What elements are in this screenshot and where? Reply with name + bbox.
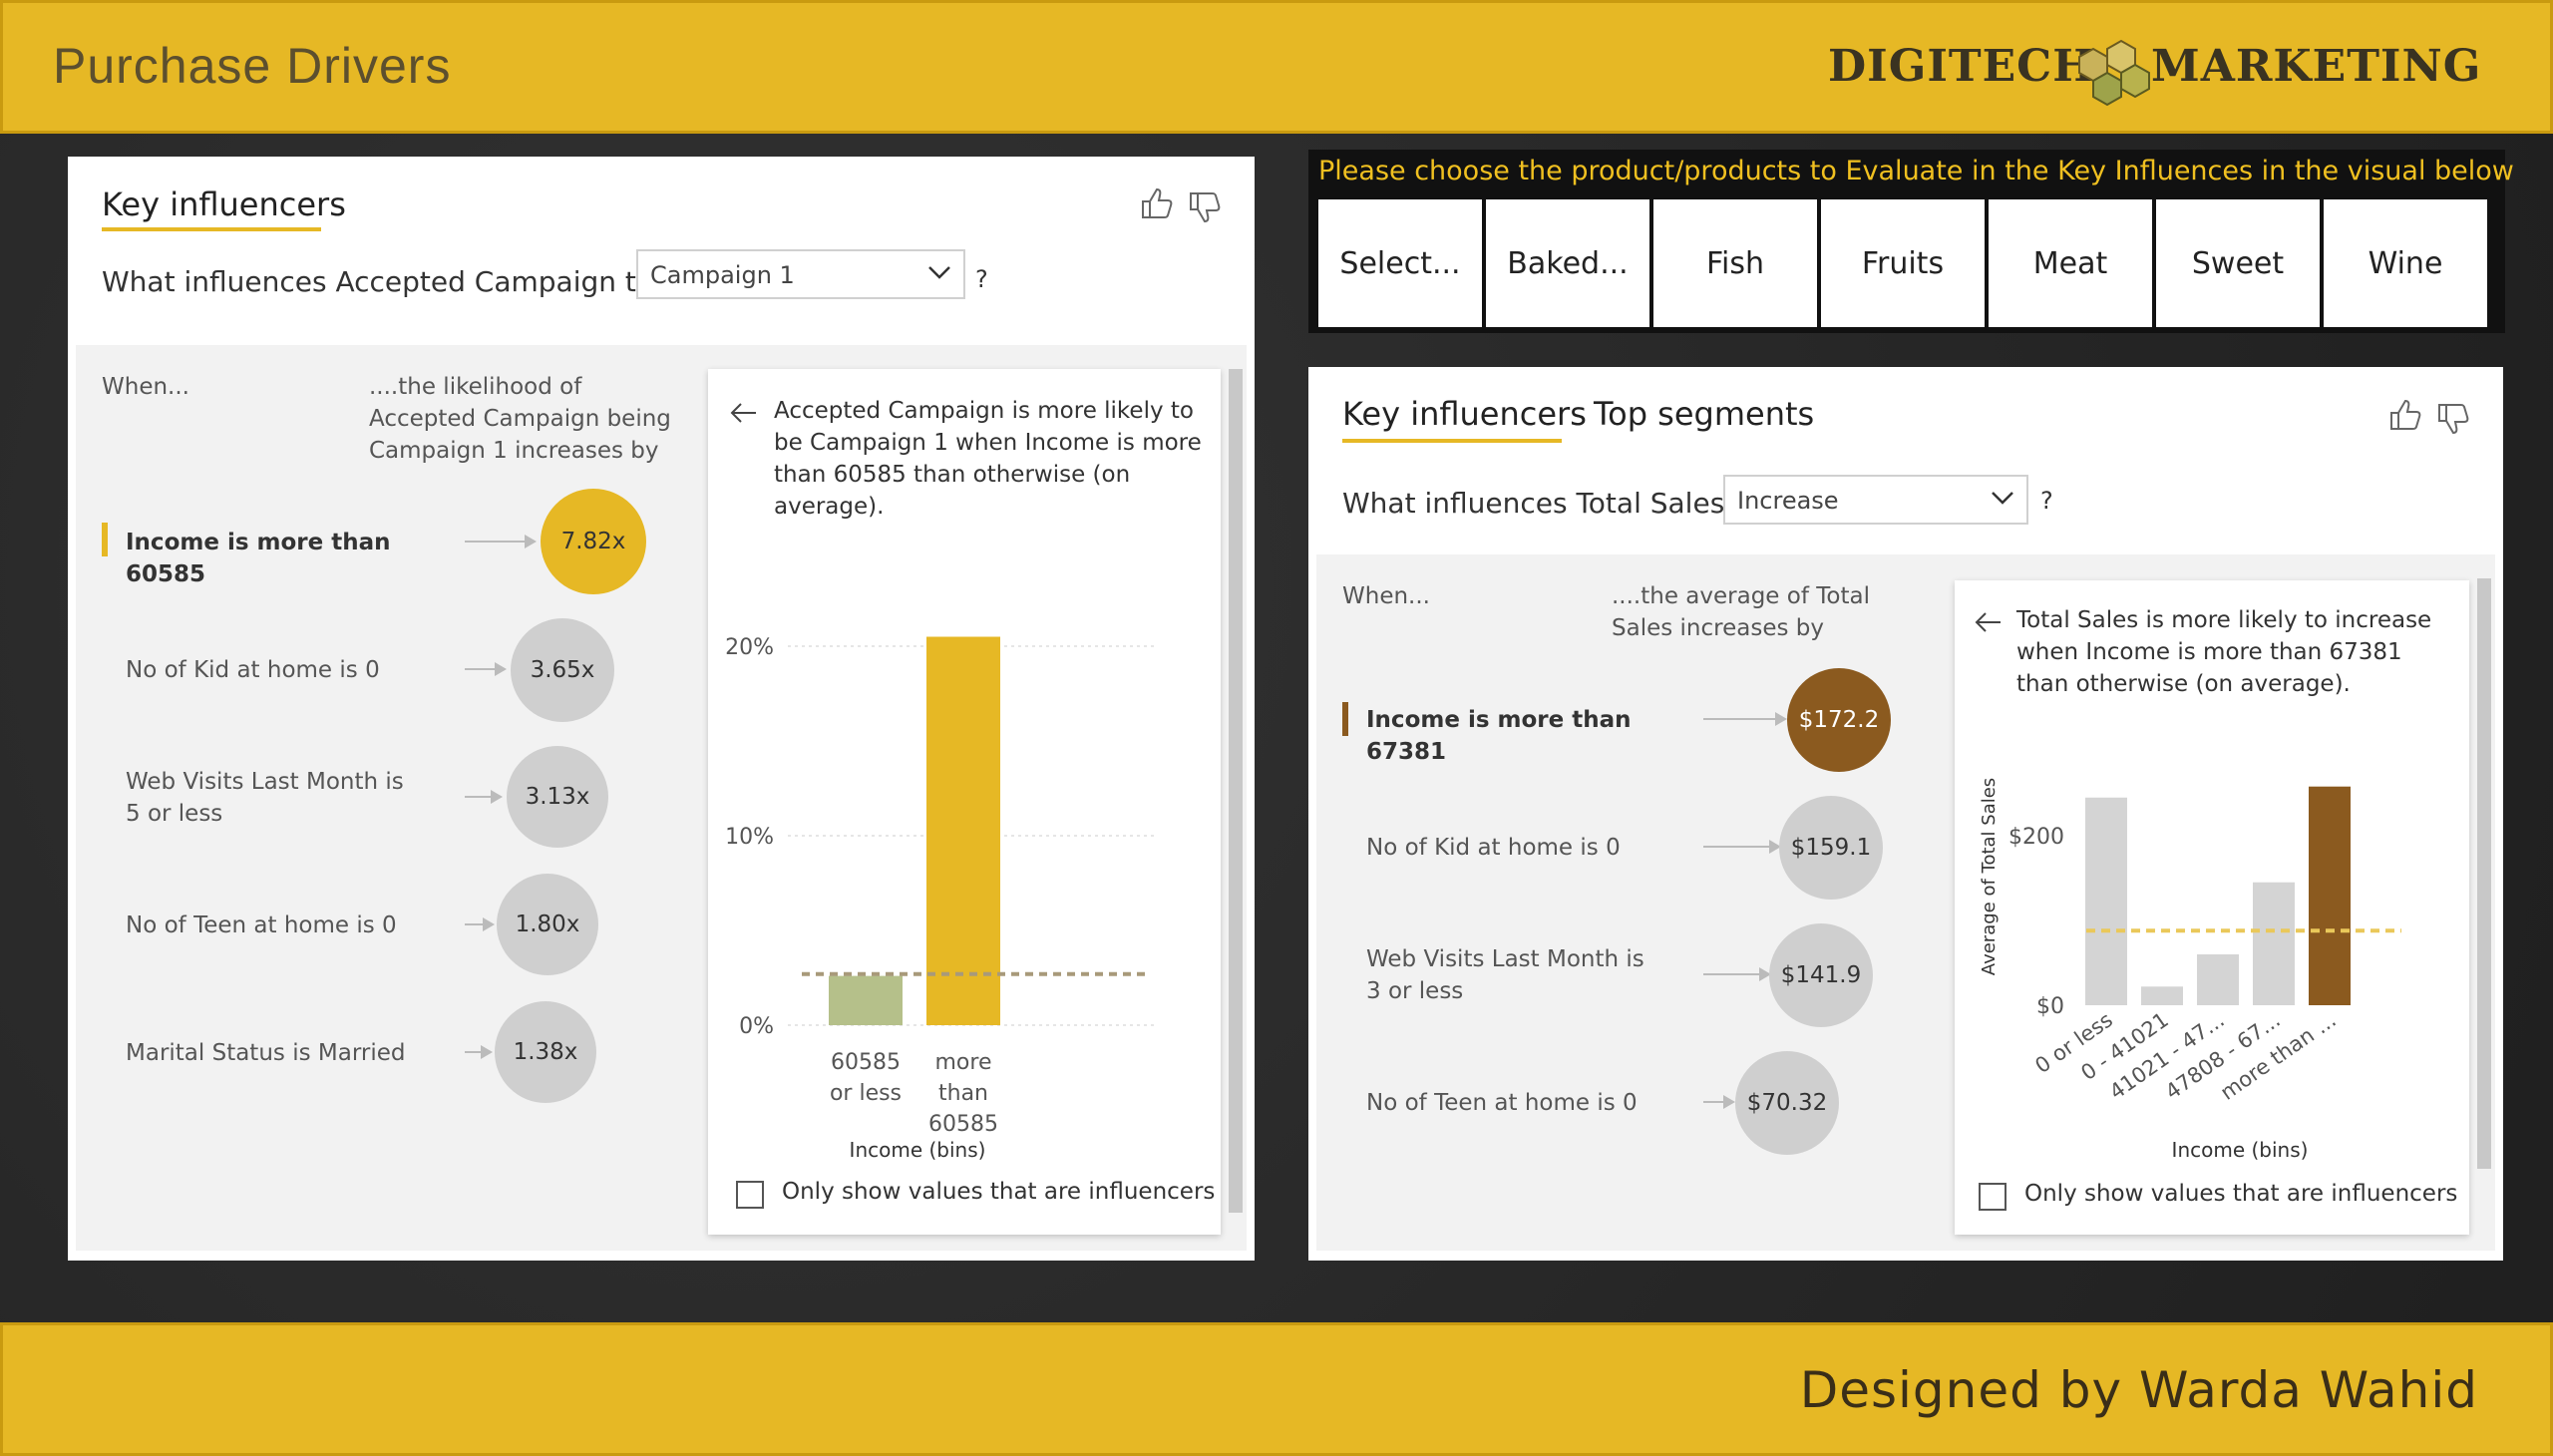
tab-key-influencers-left[interactable]: Key influencers — [102, 185, 346, 223]
back-arrow-icon[interactable] — [1975, 610, 2003, 634]
bar-2 — [926, 636, 1000, 1025]
x-tick-label: more than 60585 — [928, 1050, 998, 1137]
left-likelihood-header: ....the likelihood of Accepted Campaign … — [369, 374, 671, 464]
right-income-bar-chart: Average of Total Sales$0$2000 or less0 -… — [1979, 778, 2401, 1162]
left-question-label: What influences Accepted Campaign to be — [102, 265, 697, 298]
left-checkbox-label: Only show values that are influencers — [782, 1179, 1216, 1205]
brand-logo: DIGITECH MARKETING — [1828, 27, 2480, 117]
back-arrow-icon[interactable] — [730, 401, 758, 425]
right-average-header: ....the average of Total Sales increases… — [1612, 583, 1870, 641]
left-influencer-1-bubble[interactable]: 7.82x — [541, 489, 646, 594]
x-tick-label: 60585 or less — [830, 1050, 902, 1106]
slicer-item-wine[interactable]: Wine — [2324, 199, 2487, 327]
arrow-icon — [465, 1045, 493, 1059]
slicer-item-sweet[interactable]: Sweet — [2156, 199, 2320, 327]
right-question-mark: ? — [2040, 487, 2053, 515]
x-axis-label: Income (bins) — [2172, 1138, 2309, 1162]
tab-underline — [1342, 439, 1562, 443]
arrow-icon — [1703, 712, 1787, 726]
left-influencer-4-bubble[interactable]: 1.80x — [497, 874, 598, 975]
bar-1 — [2085, 797, 2127, 1005]
total-sales-dropdown-value: Increase — [1737, 487, 1839, 515]
chevron-down-icon — [928, 266, 950, 279]
left-influencer-4-label[interactable]: No of Teen at home is 0 — [126, 910, 425, 941]
bar-5 — [2309, 786, 2351, 1005]
tab-key-influencers-right[interactable]: Key influencers — [1342, 395, 1587, 433]
left-influencer-5-bubble[interactable]: 1.38x — [495, 1001, 596, 1103]
brand-left-text: DIGITECH — [1828, 41, 2095, 92]
y-tick-label: 20% — [725, 635, 774, 660]
arrow-icon — [465, 662, 507, 676]
right-influencer-4-bubble[interactable]: $70.32 — [1735, 1051, 1839, 1155]
right-influencer-3-label[interactable]: Web Visits Last Month is 3 or less — [1366, 943, 1665, 1007]
right-scrollbar[interactable] — [2477, 578, 2491, 1169]
left-influencer-3-label[interactable]: Web Visits Last Month is 5 or less — [126, 766, 425, 830]
slicer-item-meat[interactable]: Meat — [1989, 199, 2152, 327]
header-band: Purchase Drivers DIGITECH MARKETING — [0, 0, 2553, 134]
left-influencer-2-bubble[interactable]: 3.65x — [511, 618, 614, 722]
y-tick-label: 0% — [739, 1014, 774, 1039]
arrow-icon — [1703, 840, 1781, 854]
left-detail-text: Accepted Campaign is more likely to be C… — [774, 398, 1202, 520]
bar-3 — [2197, 954, 2239, 1005]
arrow-icon — [465, 535, 537, 548]
right-question-label: What influences Total Sales to — [1342, 487, 1762, 520]
right-detail-text: Total Sales is more likely to increase w… — [2016, 607, 2432, 697]
total-sales-dropdown[interactable]: Increase — [1723, 475, 2028, 525]
selected-indicator — [1342, 702, 1348, 736]
footer-band: Designed by Warda Wahid — [0, 1322, 2553, 1456]
thumbs-up-icon[interactable] — [1137, 183, 1177, 223]
left-influencer-1-label[interactable]: Income is more than 60585 — [126, 527, 425, 590]
right-when-header: When... — [1342, 583, 1430, 609]
campaign-dropdown[interactable]: Campaign 1 — [636, 249, 965, 299]
bar-2 — [2141, 986, 2183, 1005]
left-influencer-3-bubble[interactable]: 3.13x — [507, 746, 608, 848]
left-influencers-only-checkbox[interactable] — [736, 1181, 764, 1209]
right-influencer-1-bubble[interactable]: $172.2 — [1787, 668, 1891, 772]
right-influencer-2-label[interactable]: No of Kid at home is 0 — [1366, 832, 1665, 864]
left-question-mark: ? — [975, 265, 988, 293]
thumbs-down-icon[interactable] — [2433, 399, 2473, 439]
slicer-title: Please choose the product/products to Ev… — [1318, 156, 2514, 186]
left-scrollbar[interactable] — [1229, 369, 1243, 1213]
designer-credit: Designed by Warda Wahid — [1799, 1361, 2478, 1419]
left-influencer-2-label[interactable]: No of Kid at home is 0 — [126, 654, 425, 686]
chevron-down-icon — [1992, 492, 2013, 505]
arrow-icon — [1703, 1095, 1735, 1109]
tab-underline — [102, 227, 321, 231]
right-influencers-only-checkbox[interactable] — [1979, 1183, 2006, 1211]
tab-top-segments[interactable]: Top segments — [1594, 395, 1814, 433]
selected-indicator — [102, 523, 108, 556]
slicer-item-fruits[interactable]: Fruits — [1821, 199, 1985, 327]
y-tick-label: $200 — [2008, 825, 2064, 850]
thumbs-down-icon[interactable] — [1185, 187, 1225, 227]
y-tick-label: $0 — [2036, 994, 2064, 1019]
slicer-item-fish[interactable]: Fish — [1653, 199, 1817, 327]
right-checkbox-label: Only show values that are influencers — [2024, 1181, 2458, 1207]
arrow-icon — [1703, 967, 1771, 981]
arrow-icon — [465, 917, 495, 931]
page-title: Purchase Drivers — [53, 38, 452, 94]
x-axis-label: Income (bins) — [850, 1138, 986, 1162]
right-influencer-4-label[interactable]: No of Teen at home is 0 — [1366, 1087, 1665, 1119]
left-influencer-5-label[interactable]: Marital Status is Married — [126, 1037, 425, 1069]
arrow-icon — [465, 790, 503, 804]
campaign-dropdown-value: Campaign 1 — [650, 261, 795, 289]
y-axis-label: Average of Total Sales — [1979, 778, 2000, 975]
right-influencer-2-bubble[interactable]: $159.1 — [1779, 796, 1883, 900]
slicer-item-select[interactable]: Select... — [1318, 199, 1482, 327]
thumbs-up-icon[interactable] — [2385, 395, 2425, 435]
left-income-bar-chart: 0% 10% 20% 60585 or less more than 60585Income … — [725, 635, 1157, 1162]
slicer-item-baked[interactable]: Baked... — [1486, 199, 1649, 327]
left-when-header: When... — [102, 374, 189, 400]
right-influencer-1-label[interactable]: Income is more than 67381 — [1366, 704, 1665, 768]
bar-4 — [2253, 882, 2295, 1005]
brand-right-text: MARKETING — [2151, 41, 2482, 92]
bar-1 — [829, 975, 903, 1025]
y-tick-label: 10% — [725, 825, 774, 850]
right-influencer-3-bubble[interactable]: $141.9 — [1769, 923, 1873, 1027]
